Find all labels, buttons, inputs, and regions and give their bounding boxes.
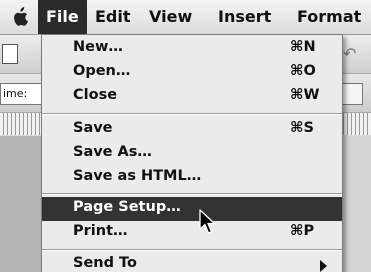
undo-icon[interactable]: ↶ (343, 45, 365, 63)
menu-bar: File Edit View Insert Format (0, 0, 371, 35)
menu-item-save[interactable]: Save ⌘S (42, 118, 342, 142)
triangle-right-icon (320, 260, 327, 272)
menu-item-shortcut: ⌘P (290, 223, 315, 239)
menu-item-label: Save as HTML… (73, 168, 202, 184)
menu-separator (42, 249, 342, 251)
menu-item-label: New… (73, 39, 123, 55)
file-menu-dropdown: New… ⌘N Open… ⌘O Close ⌘W Save ⌘S Save A… (41, 34, 343, 272)
menu-item-label: Send To (73, 255, 137, 271)
menu-item-print[interactable]: Print… ⌘P (42, 221, 342, 245)
menu-item-close[interactable]: Close ⌘W (42, 85, 342, 109)
menu-format[interactable]: Format (297, 0, 361, 34)
menu-item-page-setup[interactable]: Page Setup… (42, 197, 342, 221)
menu-separator (42, 113, 342, 115)
menu-item-label: Open… (73, 63, 131, 79)
menu-separator (42, 193, 342, 195)
menu-item-label: Close (73, 87, 118, 103)
screen: ↶ ime: File Edit View Insert Format New…… (0, 0, 371, 272)
menu-item-label: Print… (73, 223, 128, 239)
menu-item-send-to[interactable]: Send To (42, 253, 342, 272)
menu-item-shortcut: ⌘W (290, 87, 320, 103)
arrow-cursor-icon (199, 209, 216, 234)
document-left-margin (0, 136, 41, 272)
menu-view[interactable]: View (149, 0, 192, 34)
new-document-icon[interactable] (2, 44, 18, 64)
menu-item-open[interactable]: Open… ⌘O (42, 61, 342, 85)
menu-item-save-as-html[interactable]: Save as HTML… (42, 166, 342, 190)
menu-item-save-as[interactable]: Save As… (42, 142, 342, 166)
menu-item-new[interactable]: New… ⌘N (42, 37, 342, 61)
document-right-area (342, 136, 371, 272)
menu-insert[interactable]: Insert (218, 0, 271, 34)
menu-file[interactable]: File (38, 0, 87, 34)
menu-item-shortcut: ⌘N (290, 39, 316, 55)
menu-item-label: Page Setup… (73, 199, 181, 215)
menu-item-label: Save As… (73, 144, 152, 160)
menu-item-shortcut: ⌘S (290, 120, 314, 136)
menu-edit[interactable]: Edit (95, 0, 131, 34)
menu-item-shortcut: ⌘O (290, 63, 316, 79)
menu-item-label: Save (73, 120, 113, 136)
apple-icon[interactable] (12, 7, 28, 27)
font-name-field[interactable]: ime: (0, 83, 44, 105)
